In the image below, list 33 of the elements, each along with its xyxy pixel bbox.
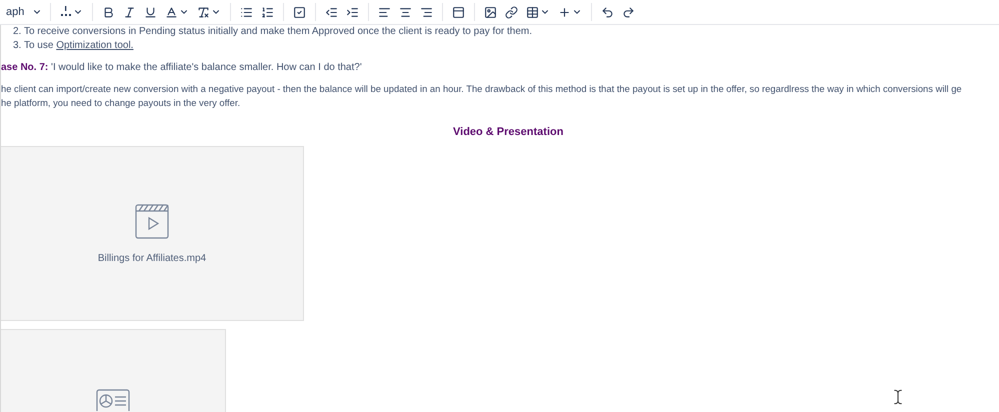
redo-icon <box>622 6 636 18</box>
case-question: ase No. 7: 'I would like to make the affiliate's balance smaller. How can I do that?' <box>1 61 363 75</box>
file-name: Billings for Affiliates.mp4 <box>98 252 206 264</box>
align-left-icon <box>378 6 392 18</box>
paragraph-style-dropdown[interactable]: aph <box>6 2 44 22</box>
undo-icon <box>601 6 614 18</box>
video-file-icon <box>135 204 169 238</box>
align-center-icon <box>399 6 412 18</box>
layout-icon <box>452 6 466 18</box>
outdent-icon <box>325 6 338 18</box>
indent-icon <box>346 6 360 18</box>
answer-text: he client can import/create new conversion with a negative payout - then the balance will be updated in an hour. The drawback of this method is that the payout is set up in the offer, so regardlress the way in which conversions will ge <box>1 82 963 96</box>
bold-icon <box>102 6 116 18</box>
table-icon <box>526 6 540 18</box>
link-icon <box>505 6 518 18</box>
task-icon <box>293 6 306 18</box>
video-attachment[interactable]: Billings for Affiliates.mp4 <box>1 146 304 321</box>
align-right-icon <box>420 6 434 18</box>
clear-format-icon <box>197 6 210 18</box>
list-item: 2. To receive conversions in Pending status initially and make them Approved once the client is ready to pay for them. <box>12 25 534 39</box>
answer-text: he platform, you need to change payouts in the very offer. <box>1 96 242 110</box>
bullet-list-icon <box>240 6 254 18</box>
section-heading: Video & Presentation <box>453 126 564 138</box>
presentation-file-icon <box>96 389 130 411</box>
insert-icon <box>558 6 572 18</box>
numbered-list-icon <box>261 6 274 18</box>
image-icon <box>484 6 498 18</box>
underline-icon <box>144 6 158 18</box>
list-item: 3. To use Optimization tool. <box>12 39 134 53</box>
italic-icon <box>123 6 136 18</box>
optimization-link[interactable]: Optimization tool. <box>56 40 134 51</box>
line-height-icon <box>60 5 72 19</box>
text-color-icon <box>165 6 178 18</box>
